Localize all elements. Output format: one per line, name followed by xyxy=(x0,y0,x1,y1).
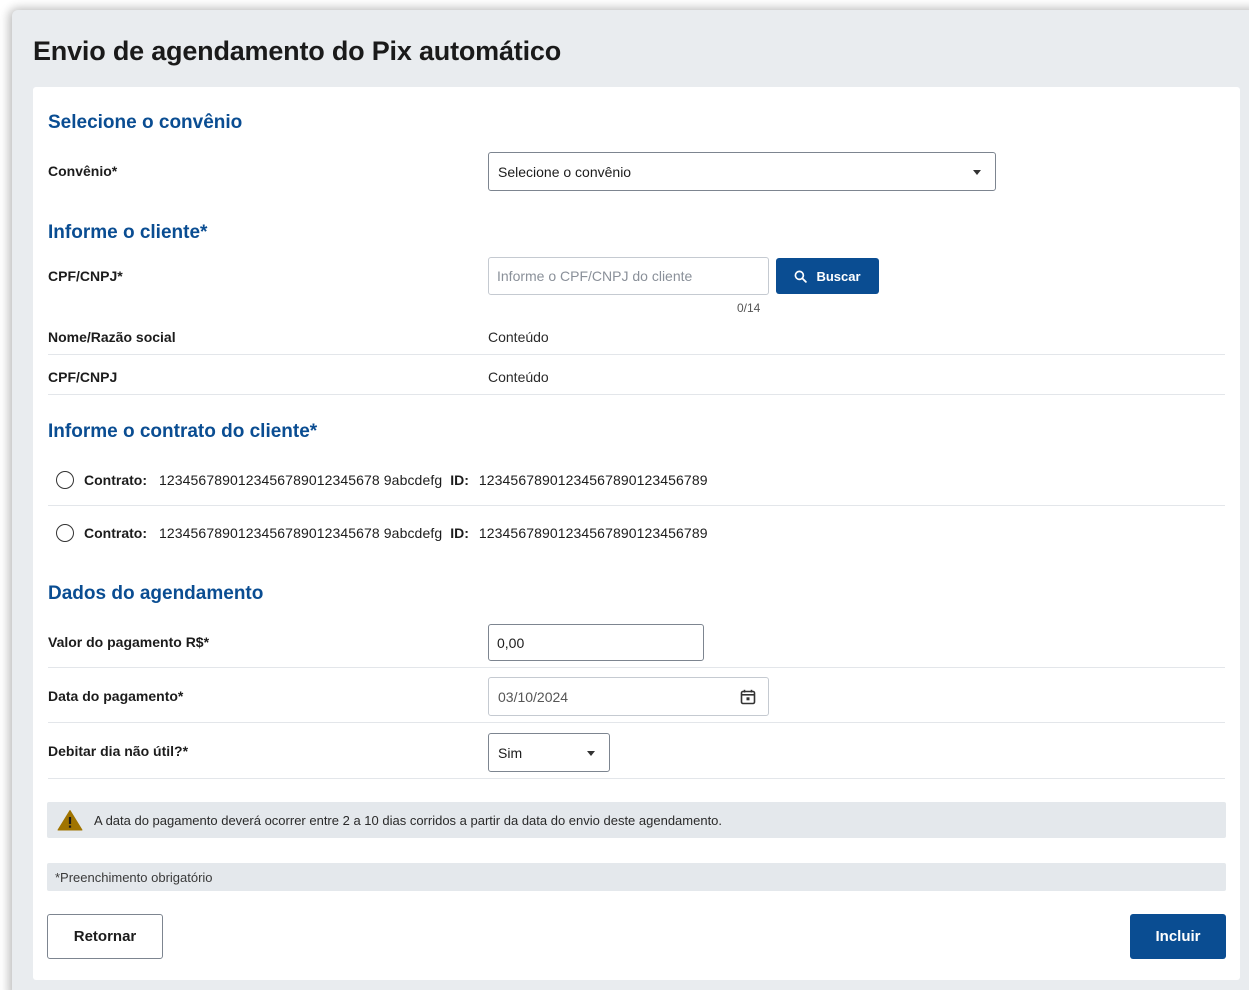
info-row-label: CPF/CNPJ xyxy=(48,369,118,385)
cpf-cnpj-label: CPF/CNPJ* xyxy=(48,268,123,284)
info-row-value: Conteúdo xyxy=(488,329,549,345)
data-pagamento-input[interactable]: 03/10/2024 xyxy=(488,677,769,716)
cliente-section-title: Informe o cliente* xyxy=(48,222,208,243)
contrato-key: Contrato: xyxy=(84,525,147,541)
contrato-option[interactable]: Contrato: 1234567890123456789012345678 9… xyxy=(56,471,716,489)
convenio-label: Convênio* xyxy=(48,163,118,179)
debitar-select[interactable]: Sim xyxy=(488,733,610,772)
divider xyxy=(48,722,1225,723)
back-button[interactable]: Retornar xyxy=(47,914,163,959)
contrato-key: Contrato: xyxy=(84,472,147,488)
contrato-option[interactable]: Contrato: 1234567890123456789012345678 9… xyxy=(56,524,716,542)
form-card: Selecione o convênio Convênio* Selecione… xyxy=(33,87,1240,980)
search-icon xyxy=(795,270,808,283)
radio-button[interactable] xyxy=(56,524,74,542)
convenio-select-value: Selecione o convênio xyxy=(498,163,632,180)
required-fields-note: *Preenchimento obrigatório xyxy=(47,863,1226,891)
info-row-value: Conteúdo xyxy=(488,369,549,385)
valor-input[interactable] xyxy=(488,624,704,661)
debitar-label: Debitar dia não útil?* xyxy=(48,743,189,759)
info-row-label: Nome/Razão social xyxy=(48,329,176,345)
contrato-value: 1234567890123456789012345678 9abcdefg xyxy=(159,525,443,541)
calendar-icon[interactable] xyxy=(740,689,756,705)
divider xyxy=(48,394,1225,395)
warning-icon xyxy=(57,810,83,831)
divider xyxy=(48,505,1225,506)
contrato-section-title: Informe o contrato do cliente* xyxy=(48,421,318,442)
id-key: ID: xyxy=(450,525,469,541)
data-pagamento-value: 03/10/2024 xyxy=(498,688,569,705)
cpf-char-counter: 0/14 xyxy=(737,301,761,315)
chevron-down-icon xyxy=(973,169,981,175)
id-value: 12345678901234567890123456789 xyxy=(478,525,708,541)
warning-alert-text: A data do pagamento deverá ocorrer entre… xyxy=(94,812,723,828)
debitar-select-value: Sim xyxy=(498,744,523,761)
radio-button[interactable] xyxy=(56,471,74,489)
page-title: Envio de agendamento do Pix automático xyxy=(33,36,561,66)
chevron-down-icon xyxy=(587,750,595,756)
id-value: 12345678901234567890123456789 xyxy=(478,472,708,488)
warning-alert: A data do pagamento deverá ocorrer entre… xyxy=(47,802,1226,838)
data-pagamento-label: Data do pagamento* xyxy=(48,688,184,704)
valor-label: Valor do pagamento R$* xyxy=(48,634,210,650)
divider xyxy=(48,354,1225,355)
cpf-cnpj-input[interactable] xyxy=(488,257,769,295)
divider xyxy=(48,667,1225,668)
search-button-label: Buscar xyxy=(816,268,861,284)
divider xyxy=(48,778,1225,779)
agendamento-section-title: Dados do agendamento xyxy=(48,583,264,604)
search-button[interactable]: Buscar xyxy=(776,258,879,294)
id-key: ID: xyxy=(450,472,469,488)
convenio-section-title: Selecione o convênio xyxy=(48,112,243,133)
submit-button[interactable]: Incluir xyxy=(1130,914,1226,959)
convenio-select[interactable]: Selecione o convênio xyxy=(488,152,996,191)
contrato-value: 1234567890123456789012345678 9abcdefg xyxy=(159,472,443,488)
